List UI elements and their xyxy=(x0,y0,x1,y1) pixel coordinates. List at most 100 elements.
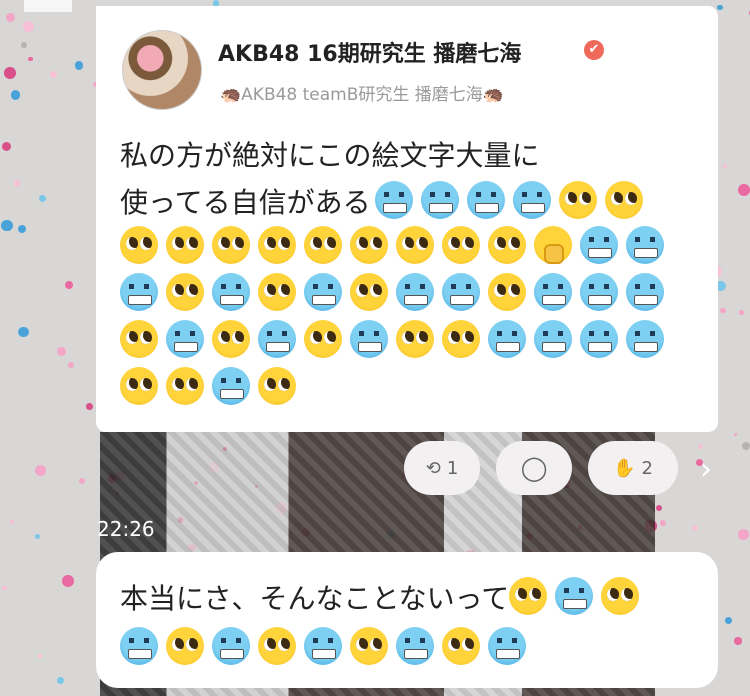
confetti-dot xyxy=(5,12,15,22)
confetti-dot xyxy=(57,346,67,356)
cold-emoji-icon xyxy=(626,226,664,264)
confetti-dot xyxy=(2,141,12,151)
pleading-emoji-icon xyxy=(442,226,480,264)
pleading-emoji-icon xyxy=(166,226,204,264)
cold-emoji-icon xyxy=(534,273,572,311)
cold-emoji-icon xyxy=(374,180,413,219)
confetti-dot xyxy=(56,677,64,684)
confetti-dot xyxy=(691,524,699,532)
pleading-emoji-icon xyxy=(396,320,434,358)
pleading-emoji-icon xyxy=(120,367,158,405)
confetti-dot xyxy=(733,433,737,437)
chevron-right-icon[interactable]: › xyxy=(700,452,712,487)
confetti-dot xyxy=(62,574,74,587)
confetti-dot xyxy=(39,194,47,203)
pleading-emoji-icon xyxy=(604,180,643,219)
confetti-dot xyxy=(86,403,93,410)
confetti-dot xyxy=(717,4,723,11)
reply-emojis-line-1 xyxy=(509,576,647,615)
cold-emoji-icon xyxy=(626,273,664,311)
inline-emojis xyxy=(371,180,651,219)
post-text-line-2: 使ってる自信がある xyxy=(120,179,680,228)
pleading-emoji-icon xyxy=(120,226,158,264)
clap-button[interactable]: ✋ 2 xyxy=(588,441,678,495)
confetti-dot xyxy=(742,442,750,450)
pleading-emoji-icon xyxy=(212,226,250,264)
cold-emoji-icon xyxy=(580,273,618,311)
pleading-emoji-icon xyxy=(258,273,296,311)
cold-emoji-icon xyxy=(534,320,572,358)
confetti-dot xyxy=(660,519,667,526)
confetti-dot xyxy=(37,653,43,659)
pleading-emoji-icon xyxy=(442,320,480,358)
confetti-dot xyxy=(2,585,7,591)
pleading-emoji-icon xyxy=(601,576,640,615)
confetti-dot xyxy=(1,219,13,232)
cold-emoji-icon xyxy=(396,273,434,311)
confetti-dot xyxy=(737,184,750,196)
cold-emoji-icon xyxy=(420,180,459,219)
confetti-dot xyxy=(64,280,74,290)
confetti-dot xyxy=(9,519,14,524)
pleading-emoji-icon xyxy=(258,627,296,665)
verified-icon: ✔ xyxy=(584,40,604,60)
cold-emoji-icon xyxy=(258,320,296,358)
pleading-emoji-icon xyxy=(396,226,434,264)
confetti-dot xyxy=(35,464,47,476)
pleading-emoji-icon xyxy=(350,226,388,264)
confetti-dot xyxy=(697,443,704,449)
pleading-emoji-icon xyxy=(304,320,342,358)
confetti-dot xyxy=(50,71,58,79)
confetti-dot xyxy=(739,310,744,315)
confetti-dot xyxy=(18,225,27,234)
author-avatar[interactable] xyxy=(122,30,202,110)
message-timestamp: 22:26 xyxy=(97,517,155,541)
confetti-dot xyxy=(67,361,75,369)
confetti-dot xyxy=(725,616,733,624)
cold-emoji-icon xyxy=(488,320,526,358)
cold-emoji-icon xyxy=(212,273,250,311)
cold-emoji-icon xyxy=(120,273,158,311)
pleading-emoji-icon xyxy=(166,367,204,405)
confetti-dot xyxy=(738,529,749,540)
confetti-dot xyxy=(720,307,726,314)
pleading-emoji-icon xyxy=(442,627,480,665)
cold-emoji-icon xyxy=(304,627,342,665)
retweet-count: 1 xyxy=(446,457,459,479)
confetti-dot xyxy=(78,478,85,485)
cold-emoji-icon xyxy=(304,273,342,311)
pleading-emoji-icon xyxy=(304,226,342,264)
pleading-emoji-icon xyxy=(212,320,250,358)
cold-emoji-icon xyxy=(120,627,158,665)
reply-text: 本当にさ、そんなことないって xyxy=(120,575,700,624)
confetti-dot xyxy=(655,504,663,512)
confetti-dot xyxy=(10,90,21,100)
comment-icon: ◯ xyxy=(520,454,548,482)
confetti-dot xyxy=(18,327,29,338)
post-text: 私の方が絶対にこの絵文字大量に 使ってる自信がある xyxy=(120,132,680,228)
comment-button[interactable]: ◯ xyxy=(496,441,572,495)
hand-emoji-icon xyxy=(534,226,572,264)
author-name[interactable]: AKB48 16期研究生 播磨七海 xyxy=(218,36,521,68)
confetti-dot xyxy=(734,637,742,645)
pleading-emoji-icon xyxy=(488,273,526,311)
pleading-emoji-icon xyxy=(350,273,388,311)
post-text-line-1: 私の方が絶対にこの絵文字大量に xyxy=(120,139,540,172)
retweet-button[interactable]: ⟲ 1 xyxy=(404,441,480,495)
post-text-line-2-text: 使ってる自信がある xyxy=(120,186,371,219)
cold-emoji-icon xyxy=(212,367,250,405)
confetti-dot xyxy=(28,56,33,62)
confetti-dot xyxy=(74,61,84,70)
pleading-emoji-icon xyxy=(509,576,548,615)
confetti-dot xyxy=(3,66,16,79)
cold-emoji-icon xyxy=(442,273,480,311)
pleading-emoji-icon xyxy=(166,627,204,665)
reply-emojis-line-2 xyxy=(120,627,700,674)
author-subtitle: 🦔AKB48 teamB研究生 播磨七海🦔 xyxy=(220,85,504,105)
clap-icon: ✋ xyxy=(613,457,636,479)
pleading-emoji-icon xyxy=(258,367,296,405)
retweet-icon: ⟲ xyxy=(425,457,441,479)
post-emoji-grid xyxy=(120,226,680,414)
confetti-dot xyxy=(34,533,41,540)
cold-emoji-icon xyxy=(626,320,664,358)
